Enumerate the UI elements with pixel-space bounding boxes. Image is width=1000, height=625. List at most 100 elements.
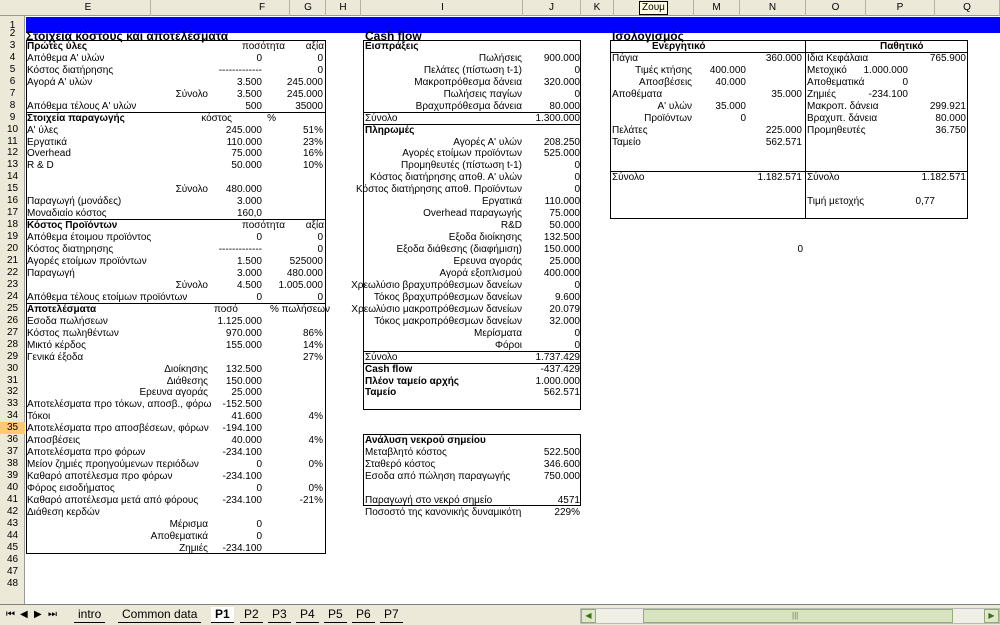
scroll-left-button[interactable]: ◀ xyxy=(581,609,596,623)
assets-total: 1.182.571 xyxy=(757,172,803,184)
row-header-41[interactable]: 41 xyxy=(0,494,25,506)
sheet-tab-p3[interactable]: P3 xyxy=(268,607,291,623)
row-label: Cash flow xyxy=(365,363,413,375)
row-header-19[interactable]: 19 xyxy=(0,231,25,243)
sheet-tab-p7[interactable]: P7 xyxy=(380,607,403,623)
row-label: Πελάτες (πίστωση t-1) xyxy=(423,64,522,76)
row-header-23[interactable]: 23 xyxy=(0,279,25,291)
row-header-36[interactable]: 36 xyxy=(0,434,25,446)
sheet-tab-p2[interactable]: P2 xyxy=(240,607,263,623)
scroll-right-button[interactable]: ▶ xyxy=(984,609,999,623)
sheet-tab-p1[interactable]: P1 xyxy=(211,607,234,623)
horizontal-scrollbar[interactable]: ◀ ||| ▶ xyxy=(580,608,1000,624)
row-label: Μεταβλητό κόστος xyxy=(365,447,447,459)
row-header-42[interactable]: 42 xyxy=(0,506,25,518)
sheet-tab-p6[interactable]: P6 xyxy=(352,607,375,623)
row-header-11[interactable]: 11 xyxy=(0,136,25,148)
pct-value: 14% xyxy=(302,339,323,351)
row-header-16[interactable]: 16 xyxy=(0,195,25,207)
row-header-2[interactable]: 2 xyxy=(0,28,25,40)
amount-value: 0 xyxy=(317,52,323,64)
value-header: αξία xyxy=(305,220,324,232)
row-header-31[interactable]: 31 xyxy=(0,375,25,387)
row-label: Καθαρό αποτέλεσμα μετά από φόρους xyxy=(27,495,199,506)
row-header-14[interactable]: 14 xyxy=(0,171,25,183)
row-header-37[interactable]: 37 xyxy=(0,446,25,458)
sheet-tab-bar: ⏮ ◀ ▶ ⏭ intro Common data P1 P2 P3 P4 P5 P6 P7 ◀ ||… xyxy=(0,604,1000,625)
row-header-24[interactable]: 24 xyxy=(0,291,25,303)
amount-header: ποσό xyxy=(213,303,238,315)
row-header-39[interactable]: 39 xyxy=(0,470,25,482)
row-label: Ταμείο xyxy=(365,387,397,399)
row-label: Μετοχικό xyxy=(807,64,847,76)
row-header-44[interactable]: 44 xyxy=(0,530,25,542)
breakeven-title: Ανάλυση νεκρού σημείου xyxy=(365,435,486,447)
row-header-9[interactable]: 9 xyxy=(0,112,25,124)
row-header-13[interactable]: 13 xyxy=(0,159,25,171)
row-header-4[interactable]: 4 xyxy=(0,52,25,64)
row-label: R&D xyxy=(500,220,522,232)
amount-value: 0 xyxy=(902,76,908,88)
row-header-10[interactable]: 10 xyxy=(0,124,25,136)
row-header-18[interactable]: 18 xyxy=(0,219,25,231)
amount-value: -152.500 xyxy=(222,399,262,411)
pct-value xyxy=(283,399,323,411)
row-header-26[interactable]: 26 xyxy=(0,315,25,327)
prev-sheet-icon[interactable]: ◀ xyxy=(20,609,28,621)
row-header-8[interactable]: 8 xyxy=(0,100,25,112)
pct-header: % xyxy=(267,112,276,124)
row-header-43[interactable]: 43 xyxy=(0,518,25,530)
row-header-3[interactable]: 3 xyxy=(0,40,25,52)
row-header-5[interactable]: 5 xyxy=(0,64,25,76)
next-sheet-icon[interactable]: ▶ xyxy=(34,609,42,621)
amount-value: -194.100 xyxy=(222,423,262,435)
row-header-29[interactable]: 29 xyxy=(0,351,25,363)
amount-value: 40.000 xyxy=(715,76,746,88)
row-header-38[interactable]: 38 xyxy=(0,458,25,470)
amount-value: 970.000 xyxy=(225,327,262,339)
sheet-tab-p4[interactable]: P4 xyxy=(296,607,319,623)
amount-value: 0 xyxy=(574,184,580,196)
row-header-6[interactable]: 6 xyxy=(0,76,25,88)
row-header-34[interactable]: 34 xyxy=(0,410,25,422)
row-header-27[interactable]: 27 xyxy=(0,327,25,339)
row-header-12[interactable]: 12 xyxy=(0,147,25,159)
row-label: Κόστος πωληθέντων xyxy=(27,327,119,339)
cash-value: 562.571 xyxy=(543,387,580,399)
row-label: Εσοδα πωλήσεων xyxy=(27,315,108,327)
row-header-25[interactable]: 25 xyxy=(0,303,25,315)
amount-value: 525.000 xyxy=(543,148,580,160)
row-header-15[interactable]: 15 xyxy=(0,183,25,195)
scroll-thumb[interactable]: ||| xyxy=(643,609,953,623)
amount-value: 25.000 xyxy=(231,387,262,399)
row-label: Μακροπ. δάνεια xyxy=(807,100,879,112)
row-label: Τιμή μετοχής xyxy=(807,196,865,208)
row-header-30[interactable]: 30 xyxy=(0,363,25,375)
amount-value: -234.100 xyxy=(222,542,262,554)
spreadsheet-grid[interactable]: Στοιχεία κόστους και αποτελέσματα Πρώτες … xyxy=(26,0,1000,604)
row-header-20[interactable]: 20 xyxy=(0,243,25,255)
sheet-tab-p5[interactable]: P5 xyxy=(324,607,347,623)
last-sheet-icon[interactable]: ⏭ xyxy=(48,609,57,621)
row-header-35[interactable]: 35 xyxy=(0,422,25,435)
row-header-22[interactable]: 22 xyxy=(0,267,25,279)
qty-value: 3.500 xyxy=(236,88,262,100)
row-header-48[interactable]: 48 xyxy=(0,578,25,590)
row-header-40[interactable]: 40 xyxy=(0,482,25,494)
row-label: Προμηθευτές xyxy=(807,124,866,136)
row-header-28[interactable]: 28 xyxy=(0,339,25,351)
sheet-tab-common-data[interactable]: Common data xyxy=(118,607,202,623)
row-header-33[interactable]: 33 xyxy=(0,398,25,410)
sheet-tab-intro[interactable]: intro xyxy=(74,607,106,623)
row-header-47[interactable]: 47 xyxy=(0,566,25,578)
amount-value: 0 xyxy=(256,518,262,530)
row-header-17[interactable]: 17 xyxy=(0,207,25,219)
cashflow-value: -437.429 xyxy=(540,363,580,375)
row-header-32[interactable]: 32 xyxy=(0,386,25,398)
row-header-46[interactable]: 46 xyxy=(0,554,25,566)
row-header-21[interactable]: 21 xyxy=(0,255,25,267)
row-header-45[interactable]: 45 xyxy=(0,542,25,554)
liabilities-total: 1.182.571 xyxy=(921,172,967,184)
first-sheet-icon[interactable]: ⏮ xyxy=(6,609,15,621)
row-header-7[interactable]: 7 xyxy=(0,88,25,100)
